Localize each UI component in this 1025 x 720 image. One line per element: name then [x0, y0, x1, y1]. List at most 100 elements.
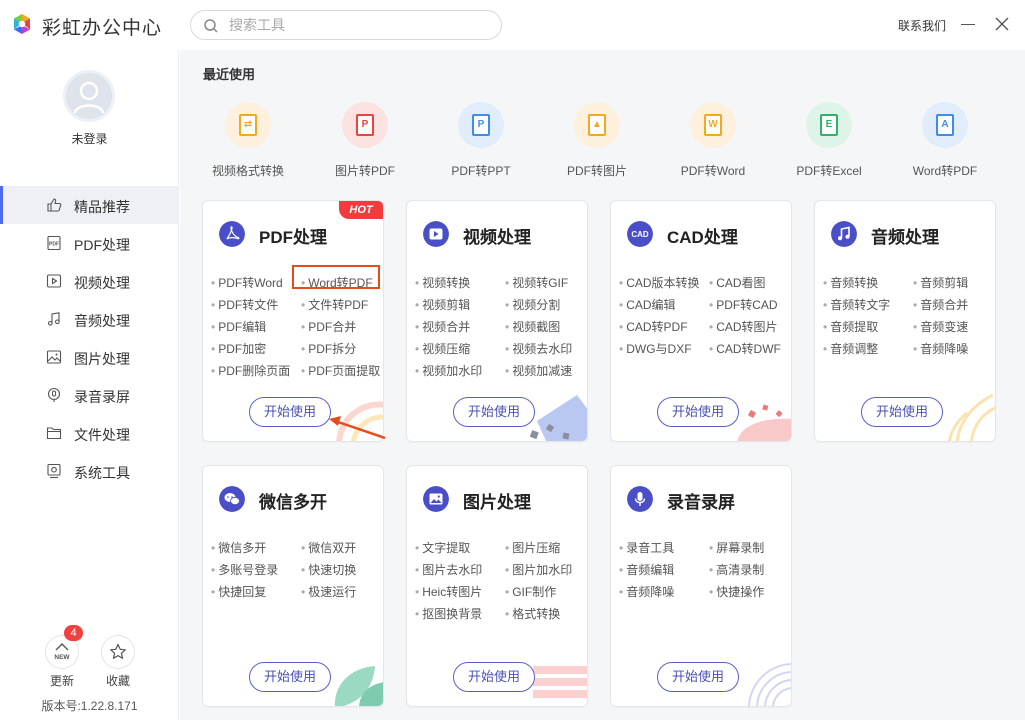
recent-item-label: 图片转PDF [334, 164, 395, 178]
feature-link[interactable]: 视频分割 [505, 296, 560, 313]
feature-link[interactable]: PDF加密 [211, 340, 266, 357]
recent-item-label: PDF转Word [680, 164, 746, 178]
start-button[interactable]: 开始使用 [249, 662, 331, 692]
feature-link[interactable]: 极速运行 [301, 583, 356, 600]
feature-link[interactable]: PDF删除页面 [211, 362, 290, 379]
start-button[interactable]: 开始使用 [249, 397, 331, 427]
audio-tools-card: 音频处理 音频转换 音频剪辑 音频转文字 音频合并 音频提取 音频变速 音频调整… [814, 200, 996, 442]
feature-link[interactable]: Heic转图片 [415, 583, 482, 600]
start-button[interactable]: 开始使用 [657, 397, 739, 427]
sidebar-item-audio[interactable]: 音频处理 [0, 300, 179, 338]
recent-item-label: Word转PDF [912, 164, 978, 178]
feature-link[interactable]: CAD转DWF [709, 340, 781, 357]
feature-link[interactable]: PDF编辑 [211, 318, 266, 335]
recent-item-label: PDF转图片 [566, 164, 627, 178]
feature-link[interactable]: 文字提取 [415, 539, 470, 556]
feature-link[interactable]: 高清录制 [709, 561, 764, 578]
feature-link[interactable]: GIF制作 [505, 583, 556, 600]
feature-link[interactable]: 快速切换 [301, 561, 356, 578]
feature-link[interactable]: 快捷操作 [709, 583, 764, 600]
feature-link[interactable]: 音频合并 [913, 296, 968, 313]
sidebar-item-pdf[interactable]: PDF PDF处理 [0, 224, 179, 262]
search-box[interactable] [190, 10, 502, 40]
feature-link[interactable]: CAD转PDF [619, 318, 687, 335]
sidebar-item-recording[interactable]: 录音录屏 [0, 376, 179, 414]
feature-link[interactable]: 图片加水印 [505, 561, 572, 578]
feature-link[interactable]: 音频降噪 [913, 340, 968, 357]
recent-item-word-to-pdf[interactable]: A Word转PDF [887, 102, 1003, 182]
version-text: 版本号:1.22.8.171 [41, 699, 138, 713]
feature-link[interactable]: 微信多开 [211, 539, 266, 556]
minimize-button[interactable] [961, 13, 975, 35]
feature-link[interactable]: PDF页面提取 [301, 362, 380, 379]
feature-link[interactable]: 视频剪辑 [415, 296, 470, 313]
avatar[interactable] [63, 70, 115, 122]
start-button[interactable]: 开始使用 [453, 397, 535, 427]
highlight-annotation-box [292, 265, 380, 289]
feature-link[interactable]: 音频变速 [913, 318, 968, 335]
feature-link[interactable]: 音频转文字 [823, 296, 890, 313]
feature-link[interactable]: 音频调整 [823, 340, 878, 357]
feature-link[interactable]: DWG与DXF [619, 340, 691, 357]
feature-link[interactable]: 视频去水印 [505, 340, 572, 357]
feature-link[interactable]: 录音工具 [619, 539, 674, 556]
feature-link[interactable]: 视频合并 [415, 318, 470, 335]
update-label: 更新 [49, 674, 74, 688]
start-button[interactable]: 开始使用 [657, 662, 739, 692]
feature-link[interactable]: 视频转换 [415, 274, 470, 291]
start-button[interactable]: 开始使用 [861, 397, 943, 427]
feature-link[interactable]: 格式转换 [505, 605, 560, 622]
feature-link[interactable]: 微信双开 [301, 539, 356, 556]
folder-icon [46, 427, 62, 440]
search-input[interactable] [229, 15, 489, 35]
feature-link[interactable]: 音频剪辑 [913, 274, 968, 291]
decorative-stripes [533, 666, 587, 698]
contact-us-link[interactable]: 联系我们 [898, 17, 946, 34]
feature-link[interactable]: 快捷回复 [211, 583, 266, 600]
recent-item-video-convert[interactable]: ⇄ 视频格式转换 [190, 102, 306, 182]
decorative-arcs [748, 663, 791, 706]
feature-link[interactable]: 文件转PDF [301, 296, 368, 313]
feature-link[interactable]: 视频压缩 [415, 340, 470, 357]
sidebar-item-image[interactable]: 图片处理 [0, 338, 179, 376]
image-to-pdf-icon: P [342, 102, 388, 148]
sidebar-item-system-tools[interactable]: 系统工具 [0, 452, 179, 490]
feature-link[interactable]: 图片去水印 [415, 561, 482, 578]
recent-item-pdf-to-excel[interactable]: E PDF转Excel [771, 102, 887, 182]
feature-link[interactable]: PDF转CAD [709, 296, 777, 313]
feature-link[interactable]: CAD看图 [709, 274, 765, 291]
feature-link[interactable]: 图片压缩 [505, 539, 560, 556]
feature-link[interactable]: CAD版本转换 [619, 274, 699, 291]
feature-link[interactable]: 视频加减速 [505, 362, 572, 379]
sidebar-item-video[interactable]: 视频处理 [0, 262, 179, 300]
sidebar-item-featured[interactable]: 精品推荐 [0, 186, 179, 224]
feature-link[interactable]: 抠图换背景 [415, 605, 482, 622]
login-status[interactable]: 未登录 [0, 130, 179, 147]
feature-link[interactable]: PDF合并 [301, 318, 356, 335]
feature-link[interactable]: CAD编辑 [619, 296, 675, 313]
feature-link[interactable]: 音频降噪 [619, 583, 674, 600]
feature-link[interactable]: 多账号登录 [211, 561, 278, 578]
feature-link[interactable]: 屏幕录制 [709, 539, 764, 556]
video-play-icon [46, 274, 62, 288]
feature-link[interactable]: 音频转换 [823, 274, 878, 291]
feature-link[interactable]: 视频转GIF [505, 274, 568, 291]
sidebar-item-files[interactable]: 文件处理 [0, 414, 179, 452]
recent-item-image-to-pdf[interactable]: P 图片转PDF [307, 102, 423, 182]
recent-item-pdf-to-word[interactable]: W PDF转Word [655, 102, 771, 182]
feature-link[interactable]: 视频截图 [505, 318, 560, 335]
feature-link[interactable]: PDF转文件 [211, 296, 278, 313]
close-icon[interactable] [994, 16, 1010, 32]
recent-item-pdf-to-ppt[interactable]: P PDF转PPT [423, 102, 539, 182]
favorite-button[interactable] [101, 635, 135, 669]
sidebar-item-label: 图片处理 [74, 351, 130, 367]
feature-link[interactable]: PDF转Word [211, 274, 282, 291]
feature-link[interactable]: 音频编辑 [619, 561, 674, 578]
feature-link[interactable]: 视频加水印 [415, 362, 482, 379]
app-title: 彩虹办公中心 [42, 18, 163, 39]
feature-link[interactable]: CAD转图片 [709, 318, 777, 335]
recent-item-pdf-to-image[interactable]: ▲ PDF转图片 [539, 102, 655, 182]
feature-link[interactable]: PDF拆分 [301, 340, 356, 357]
start-button[interactable]: 开始使用 [453, 662, 535, 692]
feature-link[interactable]: 音频提取 [823, 318, 878, 335]
